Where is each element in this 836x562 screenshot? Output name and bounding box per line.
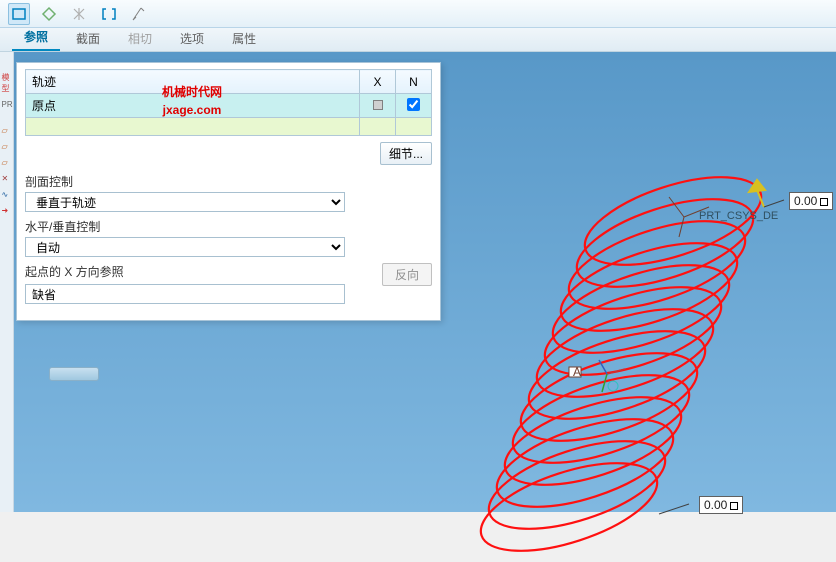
main-toolbar (0, 0, 836, 28)
section-control-select[interactable]: 垂直于轨迹 (25, 192, 345, 212)
x-cell[interactable] (360, 94, 396, 118)
strip-item[interactable]: ➜ (2, 206, 12, 216)
detail-button[interactable]: 细节... (380, 142, 432, 165)
spring-geometry: A (429, 152, 809, 562)
strip-item[interactable]: ▱ (2, 126, 12, 136)
tab-properties[interactable]: 属性 (220, 26, 268, 51)
col-n: N (396, 70, 432, 94)
rect-tool-icon[interactable] (8, 3, 30, 25)
col-trajectory: 轨迹 (26, 70, 360, 94)
tab-reference[interactable]: 参照 (12, 24, 60, 51)
dimension-top[interactable]: 0.00 (789, 192, 833, 210)
strip-item[interactable]: ✕ (2, 174, 12, 184)
measure-tool-icon[interactable] (128, 3, 150, 25)
bracket-tool-icon[interactable] (98, 3, 120, 25)
section-control-label: 剖面控制 (25, 173, 432, 190)
start-dir-label: 起点的 X 方向参照 (25, 263, 124, 280)
dimension-bottom[interactable]: 0.00 (699, 496, 743, 514)
table-row-empty[interactable] (26, 118, 432, 136)
strike-tool-icon[interactable] (68, 3, 90, 25)
tab-tangent: 相切 (116, 26, 164, 51)
model-tree-strip[interactable]: 模型 PR ▱ ▱ ▱ ✕ ∿ ➜ (0, 52, 14, 512)
csys-label: PRT_CSYS_DE (699, 210, 778, 222)
n-checkbox[interactable] (407, 98, 420, 111)
ruler-widget[interactable] (49, 367, 99, 381)
strip-item[interactable]: 模型 (2, 72, 12, 82)
csys-marker (669, 197, 709, 237)
start-dir-input[interactable] (25, 284, 345, 304)
strip-item[interactable]: ▱ (2, 158, 12, 168)
tab-section[interactable]: 截面 (64, 26, 112, 51)
col-x: X (360, 70, 396, 94)
tab-bar: 参照 截面 相切 选项 属性 (0, 28, 836, 52)
strip-item[interactable]: PR (2, 100, 12, 110)
reference-panel: 轨迹 X N 原点 机械时代网 jxage.com 细节... 剖面控制 垂直于… (16, 62, 441, 321)
tab-options[interactable]: 选项 (168, 26, 216, 51)
horiz-vert-label: 水平/垂直控制 (25, 218, 432, 235)
datum-a-label: A (573, 365, 581, 379)
arrow-top (749, 180, 765, 207)
strip-item[interactable]: ▱ (2, 142, 12, 152)
reverse-button[interactable]: 反向 (382, 263, 432, 286)
n-cell[interactable] (396, 94, 432, 118)
table-row[interactable]: 原点 (26, 94, 432, 118)
diamond-tool-icon[interactable] (38, 3, 60, 25)
strip-item[interactable]: ∿ (2, 190, 12, 200)
horiz-vert-select[interactable]: 自动 (25, 237, 345, 257)
triad (599, 360, 625, 392)
trajectory-table[interactable]: 轨迹 X N 原点 (25, 69, 432, 136)
origin-cell[interactable]: 原点 (26, 94, 360, 118)
